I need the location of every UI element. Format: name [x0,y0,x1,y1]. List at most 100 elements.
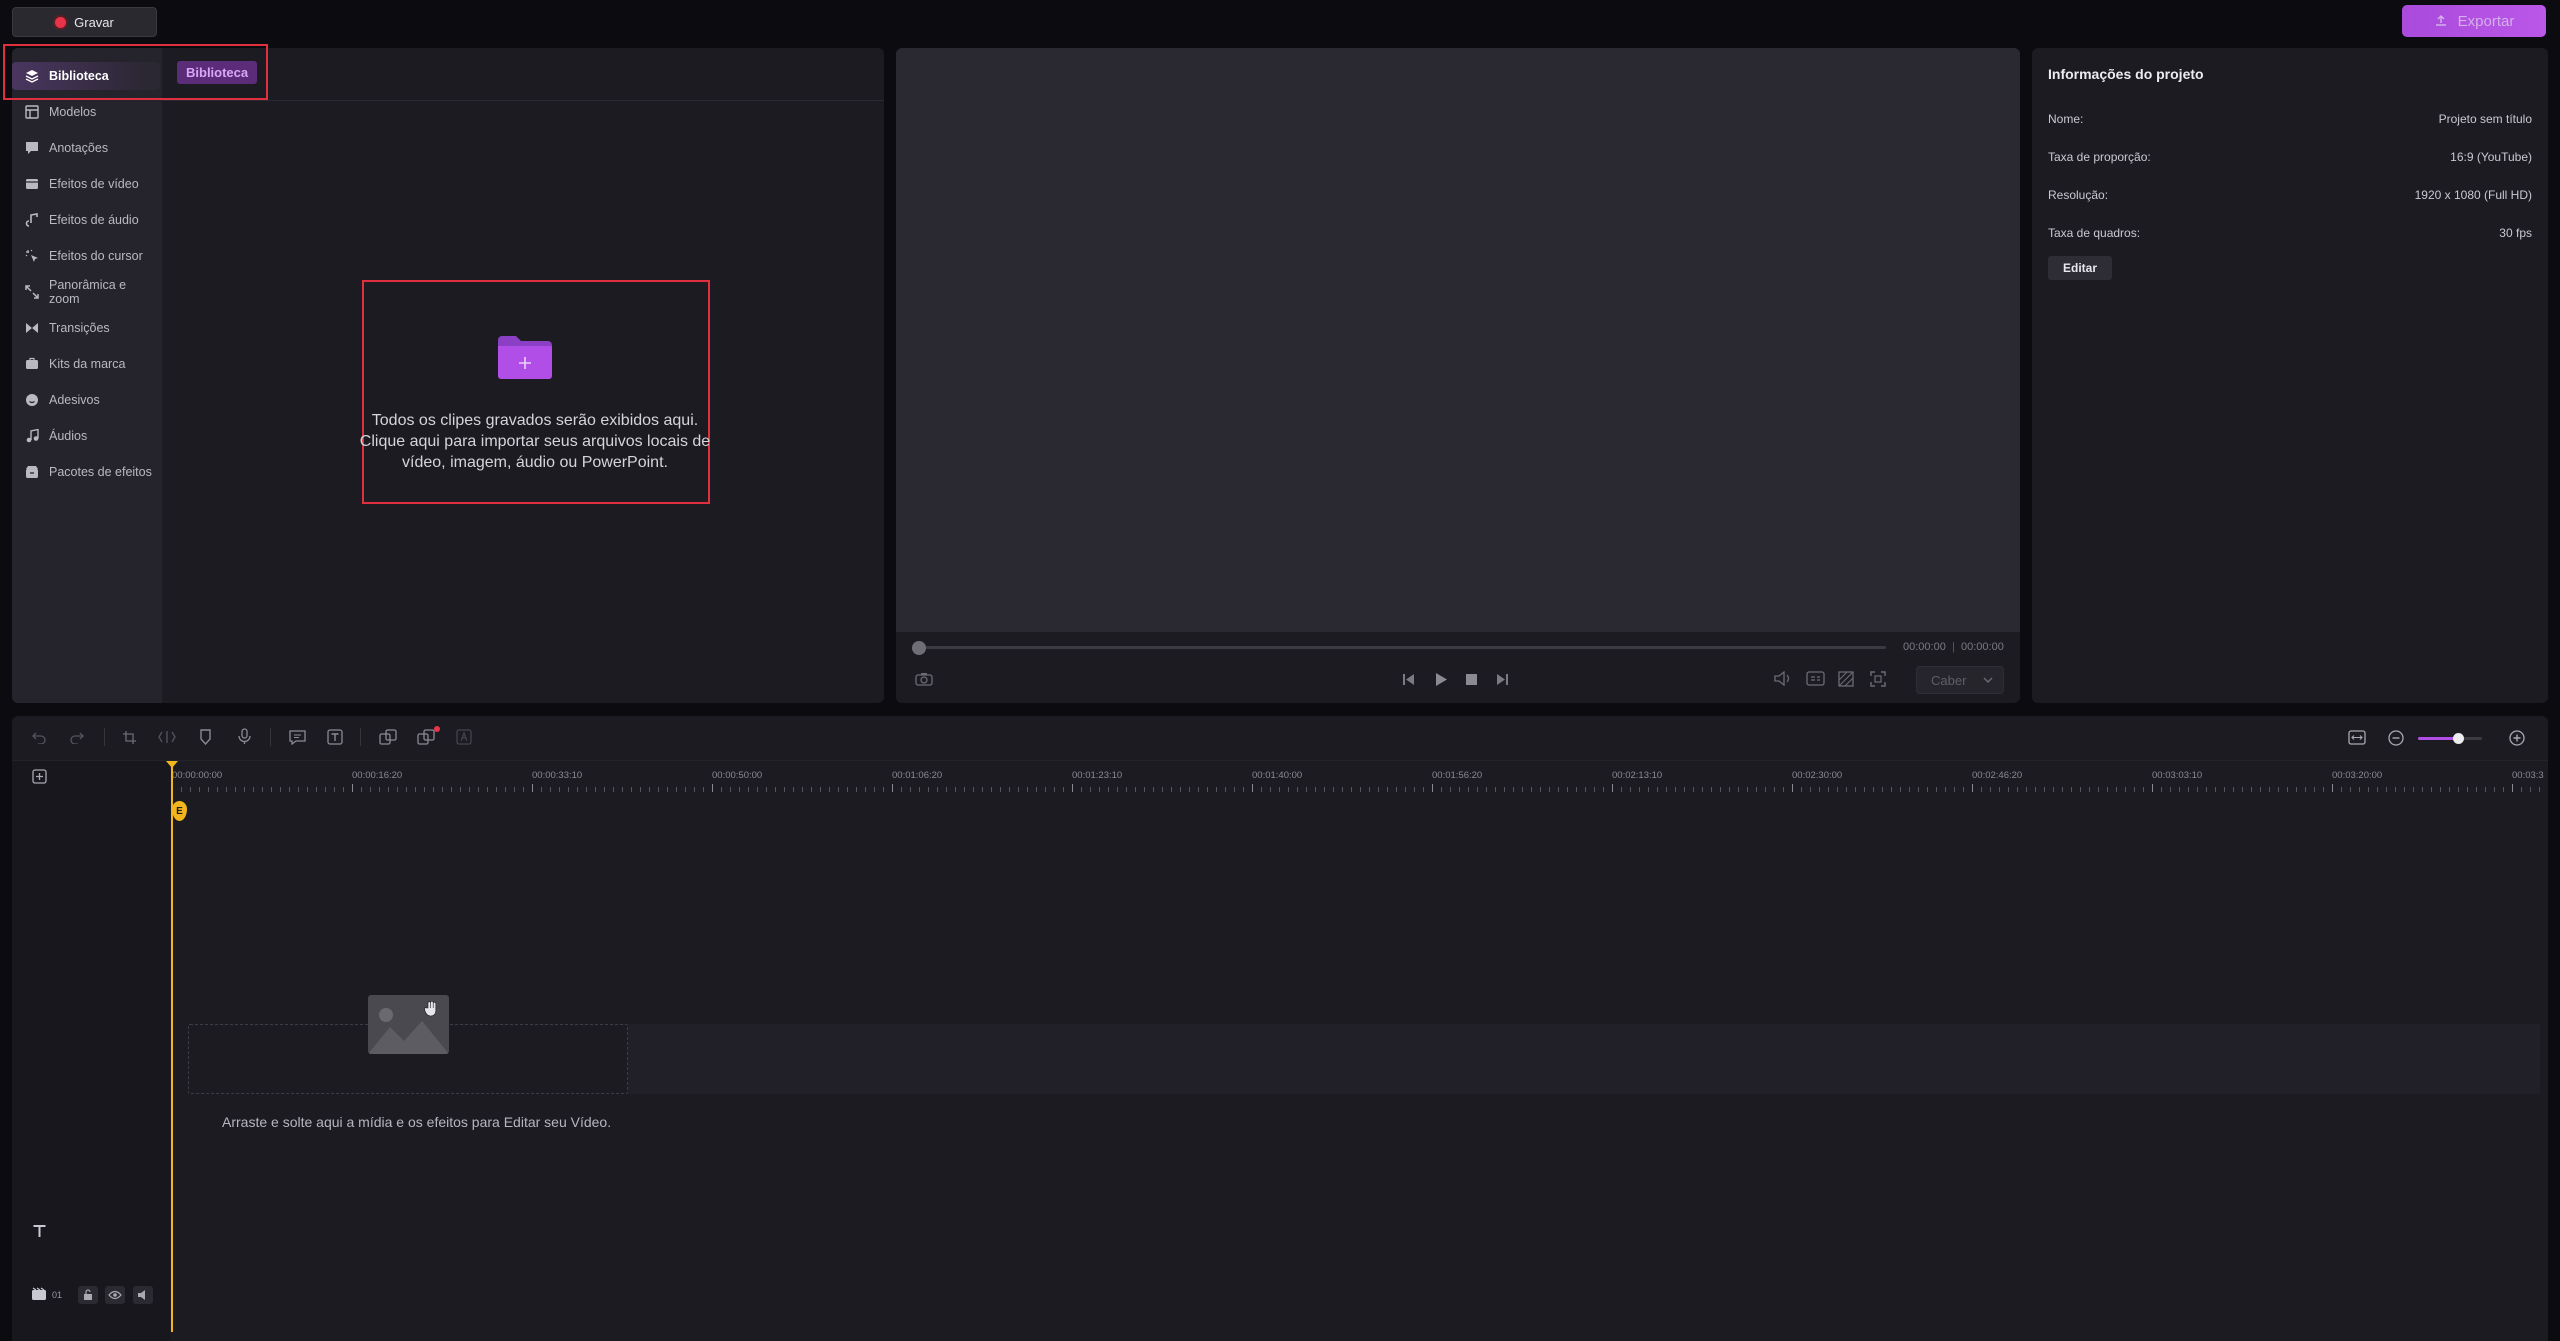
ruler-label: 00:03:3 [2512,770,2544,781]
edit-project-button[interactable]: Editar [2048,256,2112,280]
ruler-label: 00:02:13:10 [1612,770,1663,781]
preview-canvas[interactable] [896,48,2020,632]
ruler-label: 00:02:46:20 [1972,770,2023,781]
time-total: 00:00:00 [1961,641,2004,653]
record-button[interactable]: Gravar [12,7,157,37]
info-value: Projeto sem título [2438,112,2532,126]
microphone-icon[interactable] [238,728,251,745]
add-folder-icon[interactable] [496,334,554,380]
sidebar-item-11[interactable]: Áudios [12,422,160,450]
marker-icon[interactable] [199,729,212,745]
playhead-top-icon[interactable] [166,761,178,768]
speaker-icon [138,1290,145,1300]
effects-pack-icon [25,465,39,479]
info-label: Taxa de proporção: [2048,150,2151,164]
sidebar-item-8[interactable]: Transições [12,314,160,342]
sidebar-item-label: Efeitos do cursor [49,249,143,263]
group-clips-new-icon[interactable] [417,726,441,745]
chevron-down-icon [1983,677,1993,683]
zoom-in-icon[interactable] [2509,730,2525,746]
fit-select[interactable]: Caber [1916,666,2004,694]
info-row-aspect: Taxa de proporção: 16:9 (YouTube) [2048,150,2532,164]
record-dot-icon [55,16,67,28]
grid-toggle-icon[interactable] [1838,671,1854,687]
zoom-slider-handle[interactable] [2453,733,2464,744]
sidebar-item-label: Modelos [49,105,97,119]
video-track-icon [31,1287,47,1301]
undo-icon[interactable] [32,730,46,744]
playhead-line[interactable] [171,762,173,1332]
ruler-label: 00:03:03:10 [2152,770,2203,781]
annotation-icon [25,141,39,155]
sidebar-item-label: Transições [49,321,110,335]
info-row-name: Nome: Projeto sem título [2048,112,2532,126]
info-value: 16:9 (YouTube) [2450,150,2532,164]
toolbar-separator [360,728,361,746]
next-frame-icon[interactable] [1495,673,1509,686]
sidebar-item-5[interactable]: Efeitos de áudio [12,206,160,234]
time-separator: | [1952,641,1955,653]
sidebar-item-label: Panorâmica e zoom [49,278,127,306]
audio-effects-icon [25,213,39,227]
sidebar-item-7[interactable]: Panorâmica e zoom [12,278,160,306]
ruler-label: 00:01:06:20 [892,770,943,781]
highlight-box-library [3,44,268,100]
import-line-1: Todos os clipes gravados serão exibidos … [371,412,699,429]
ruler-label: 00:01:56:20 [1432,770,1483,781]
sidebar-item-3[interactable]: Anotações [12,134,160,162]
library-header-divider [162,100,884,101]
mute-track-button[interactable] [133,1286,153,1304]
preview-controls [896,632,2020,703]
redo-icon[interactable] [70,730,84,744]
info-row-framerate: Taxa de quadros: 30 fps [2048,226,2532,240]
info-value: 30 fps [2499,226,2532,240]
ruler-label: 00:00:00:00 [172,770,223,781]
sidebar-item-12[interactable]: Pacotes de efeitos [12,458,160,486]
drop-instructions: Arraste e solte aqui a mídia e os efeito… [222,1114,612,1130]
play-icon[interactable] [1434,672,1448,687]
sidebar-item-6[interactable]: Efeitos do cursor [12,242,160,270]
sidebar-item-2[interactable]: Modelos [12,98,160,126]
info-row-resolution: Resolução: 1920 x 1080 (Full HD) [2048,188,2532,202]
fit-select-value: Caber [1931,672,1967,688]
lock-track-button[interactable] [78,1286,98,1304]
seek-handle[interactable] [912,641,926,655]
transitions-icon [25,321,39,335]
captions-icon[interactable] [1806,671,1825,686]
volume-icon[interactable] [1774,671,1791,686]
sidebar-item-4[interactable]: Efeitos de vídeo [12,170,160,198]
seek-bar[interactable] [918,646,1886,649]
text-box-icon[interactable] [327,729,343,745]
stop-icon[interactable] [1465,673,1478,686]
hand-cursor-icon [424,1001,438,1017]
zoom-out-icon[interactable] [2388,730,2404,746]
comment-icon[interactable] [289,729,306,745]
lock-icon [84,1289,92,1300]
sidebar-item-9[interactable]: Kits da marca [12,350,160,378]
group-clips-icon[interactable] [379,729,397,745]
sidebar-item-10[interactable]: Adesivos [12,386,160,414]
fit-timeline-icon[interactable] [2348,730,2366,745]
export-label: Exportar [2457,12,2515,30]
sidebar-item-label: Efeitos de vídeo [49,177,139,191]
toolbar-separator [104,728,105,746]
previous-frame-icon[interactable] [1402,673,1416,686]
sidebar-item-label: Pacotes de efeitos [49,465,152,479]
export-button[interactable]: Exportar [2402,5,2546,37]
templates-icon [25,105,39,119]
import-instructions: Todos os clipes gravados serão exibidos … [345,410,725,473]
split-icon[interactable] [158,730,176,744]
import-line-3: vídeo, imagem, áudio ou PowerPoint. [402,454,668,471]
text-track-icon[interactable] [32,1224,47,1239]
screenshot-icon[interactable] [915,672,933,686]
info-label: Nome: [2048,112,2084,126]
ruler-label: 00:00:33:10 [532,770,583,781]
toggle-visibility-button[interactable] [105,1286,125,1304]
toolbar-separator [270,728,271,746]
ruler-label: 00:01:23:10 [1072,770,1123,781]
video-effects-icon [25,177,39,191]
crop-icon[interactable] [122,730,137,745]
fullscreen-icon[interactable] [1870,671,1886,687]
add-track-icon[interactable] [32,769,47,784]
auto-caption-icon[interactable] [456,729,472,745]
